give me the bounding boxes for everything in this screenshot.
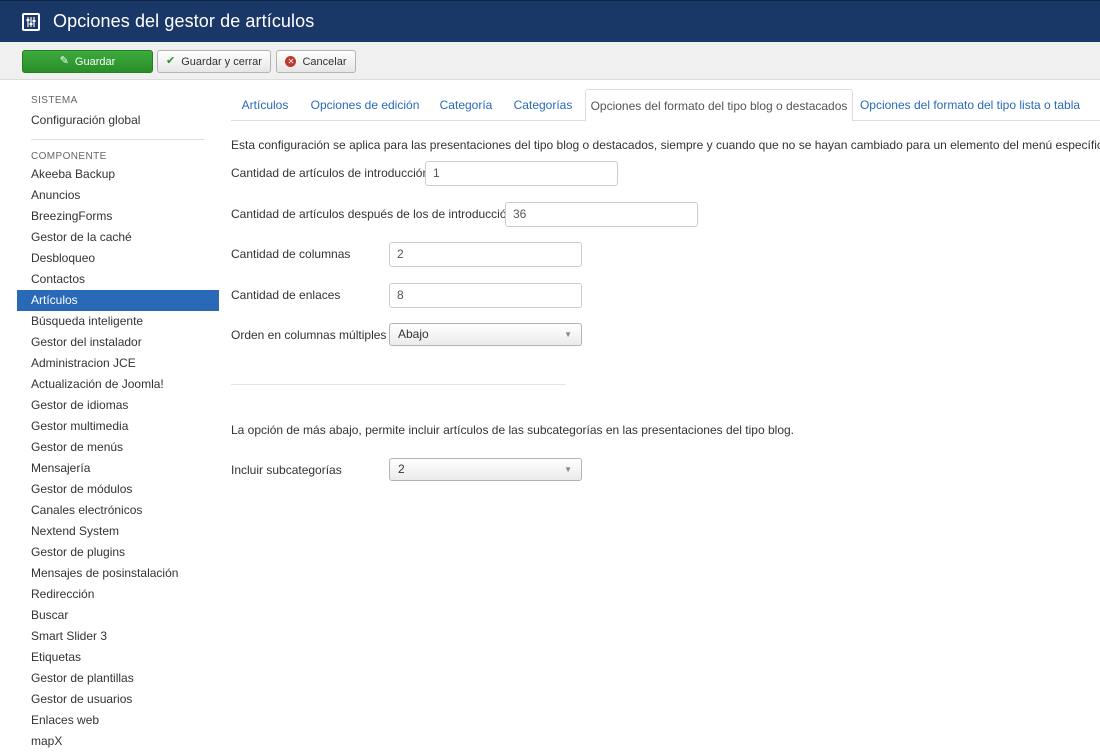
sidebar: SISTEMA Configuración global COMPONENTE … xyxy=(17,80,219,752)
sidebar-item-breezingforms[interactable]: BreezingForms xyxy=(17,206,219,227)
after-intro-count-label: Cantidad de artículos después de los de … xyxy=(231,207,514,221)
toolbar: ✎ Guardar ✔ Guardar y cerrar ✕ Cancelar xyxy=(0,42,1100,80)
links-count-label: Cantidad de enlaces xyxy=(231,288,341,302)
columns-count-input[interactable]: 2 xyxy=(389,242,582,267)
save-button[interactable]: ✎ Guardar xyxy=(22,50,153,73)
sidebar-item-canales-electronicos[interactable]: Canales electrónicos xyxy=(17,500,219,521)
sidebar-item-gestor-de-plantillas[interactable]: Gestor de plantillas xyxy=(17,668,219,689)
sidebar-item-enlaces-web[interactable]: Enlaces web xyxy=(17,710,219,731)
sidebar-item-global-config[interactable]: Configuración global xyxy=(17,110,219,131)
edit-icon: ✎ xyxy=(59,55,69,67)
sidebar-item-desbloqueo[interactable]: Desbloqueo xyxy=(17,248,219,269)
sidebar-item-actualizacion-de-joomla[interactable]: Actualización de Joomla! xyxy=(17,374,219,395)
after-intro-count-input[interactable]: 36 xyxy=(505,202,698,227)
chevron-down-icon: ▼ xyxy=(564,465,572,474)
sidebar-divider xyxy=(31,139,204,140)
sidebar-item-mapx[interactable]: mapX xyxy=(17,731,219,752)
sidebar-heading-system: SISTEMA xyxy=(31,95,78,106)
subcategories-label: Incluir subcategorías xyxy=(231,463,342,477)
tab-blog-destacados[interactable]: Opciones del formato del tipo blog o des… xyxy=(585,89,853,122)
sidebar-item-busqueda-inteligente[interactable]: Búsqueda inteligente xyxy=(17,311,219,332)
sidebar-item-gestor-multimedia[interactable]: Gestor multimedia xyxy=(17,416,219,437)
subcategories-value: 2 xyxy=(398,462,405,476)
sidebar-item-gestor-de-idiomas[interactable]: Gestor de idiomas xyxy=(17,395,219,416)
sidebar-item-gestor-de-modulos[interactable]: Gestor de módulos xyxy=(17,479,219,500)
sidebar-item-gestor-de-plugins[interactable]: Gestor de plugins xyxy=(17,542,219,563)
sidebar-item-redireccion[interactable]: Redirección xyxy=(17,584,219,605)
tab-bar: Artículos Opciones de edición Categoría … xyxy=(231,89,1100,122)
sidebar-item-gestor-de-menus[interactable]: Gestor de menús xyxy=(17,437,219,458)
chevron-down-icon: ▼ xyxy=(564,330,572,339)
tab-lista-tabla[interactable]: Opciones del formato del tipo lista o ta… xyxy=(859,89,1081,121)
sidebar-item-smart-slider-3[interactable]: Smart Slider 3 xyxy=(17,626,219,647)
column-order-label: Orden en columnas múltiples xyxy=(231,328,387,342)
sidebar-item-buscar[interactable]: Buscar xyxy=(17,605,219,626)
cancel-icon: ✕ xyxy=(285,56,297,67)
cancel-button[interactable]: ✕ Cancelar xyxy=(276,50,356,73)
sliders-icon xyxy=(22,12,40,31)
sidebar-item-mensajeria[interactable]: Mensajería xyxy=(17,458,219,479)
tab-articulos[interactable]: Artículos xyxy=(231,89,299,121)
save-close-button-label: Guardar y cerrar xyxy=(181,55,262,68)
sidebar-item-etiquetas[interactable]: Etiquetas xyxy=(17,647,219,668)
column-order-value: Abajo xyxy=(398,327,429,341)
section-divider xyxy=(231,384,566,385)
intro-count-label: Cantidad de artículos de introducción xyxy=(231,166,430,180)
sidebar-item-mensajes-de-posinstalacion[interactable]: Mensajes de posinstalación xyxy=(17,563,219,584)
check-icon: ✔ xyxy=(166,55,176,67)
sidebar-item-gestor-del-instalador[interactable]: Gestor del instalador xyxy=(17,332,219,353)
subcategories-description: La opción de más abajo, permite incluir … xyxy=(231,423,794,437)
intro-count-input[interactable]: 1 xyxy=(425,161,618,186)
cancel-button-label: Cancelar xyxy=(302,55,347,68)
page-header: Opciones del gestor de artículos xyxy=(0,0,1100,42)
save-close-button[interactable]: ✔ Guardar y cerrar xyxy=(157,50,271,73)
subcategories-select[interactable]: 2 ▼ xyxy=(389,458,582,481)
sidebar-item-articulos[interactable]: Artículos xyxy=(17,290,219,311)
tab-categorias[interactable]: Categorías xyxy=(508,89,578,121)
sidebar-item-gestor-de-la-cache[interactable]: Gestor de la caché xyxy=(17,227,219,248)
sidebar-item-gestor-de-usuarios[interactable]: Gestor de usuarios xyxy=(17,689,219,710)
sidebar-item-contactos[interactable]: Contactos xyxy=(17,269,219,290)
sidebar-component-list: Akeeba Backup Anuncios BreezingForms Gestor… xyxy=(17,164,219,752)
sidebar-item-anuncios[interactable]: Anuncios xyxy=(17,185,219,206)
sidebar-heading-component: COMPONENTE xyxy=(31,151,107,162)
tab-description: Esta configuración se aplica para las pr… xyxy=(231,138,1100,152)
links-count-input[interactable]: 8 xyxy=(389,283,582,308)
page-title: Opciones del gestor de artículos xyxy=(53,11,315,31)
save-button-label: Guardar xyxy=(74,55,116,68)
sidebar-item-administracion-jce[interactable]: Administracion JCE xyxy=(17,353,219,374)
column-order-select[interactable]: Abajo ▼ xyxy=(389,323,582,346)
sidebar-item-nextend-system[interactable]: Nextend System xyxy=(17,521,219,542)
columns-count-label: Cantidad de columnas xyxy=(231,247,351,261)
tab-opciones-edicion[interactable]: Opciones de edición xyxy=(305,89,425,121)
tab-categoria[interactable]: Categoría xyxy=(433,89,499,121)
sidebar-item-akeeba-backup[interactable]: Akeeba Backup xyxy=(17,164,219,185)
